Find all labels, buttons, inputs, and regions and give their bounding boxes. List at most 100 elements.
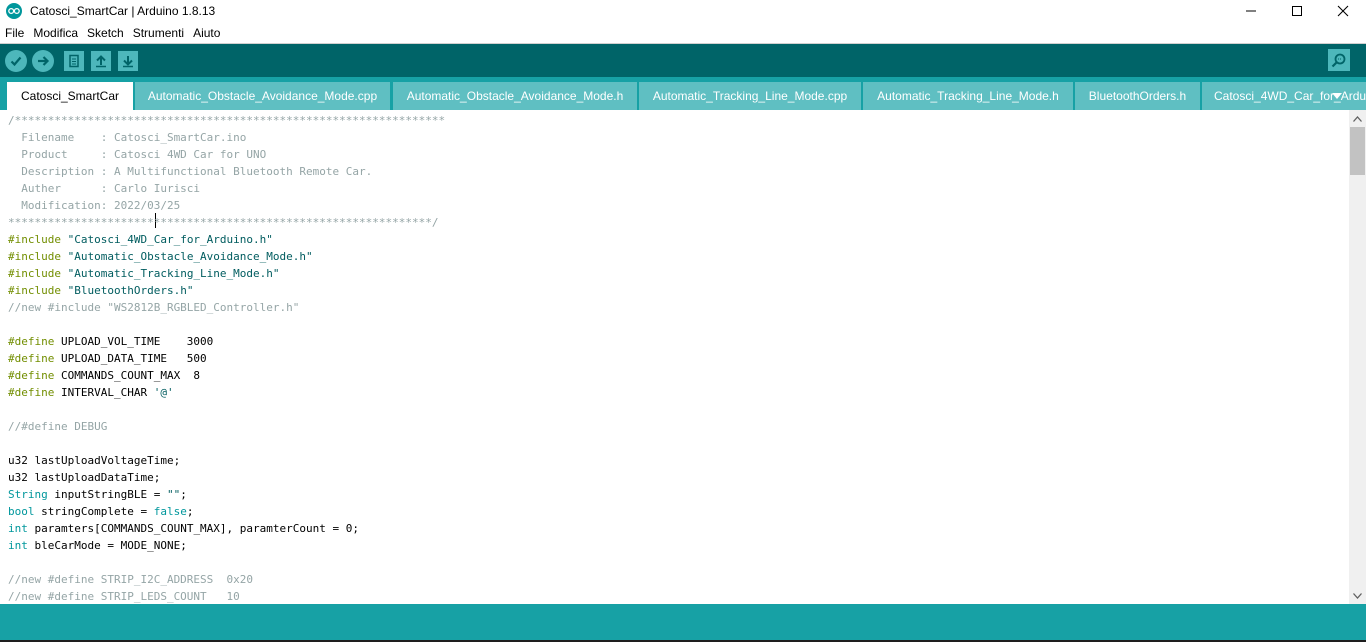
code-token: ****************************************…: [8, 216, 439, 229]
code-token: u32 lastUploadVoltageTime;: [8, 454, 181, 467]
code-token: //new #define STRIP_I2C_ADDRESS 0x20: [8, 573, 254, 586]
code-token: "": [166, 488, 181, 501]
arduino-logo-icon: [6, 3, 22, 19]
tab-label: BluetoothOrders.h: [1088, 89, 1187, 103]
tab-label: Catosci_SmartCar: [20, 89, 120, 103]
code-line: #include "Automatic_Obstacle_Avoidance_M…: [8, 248, 313, 265]
code-token: inputStringBLE =: [47, 488, 167, 501]
serial-monitor-button[interactable]: [1328, 49, 1350, 71]
code-token: bool: [8, 505, 35, 518]
code-token: Description : A Multifunctional Bluetoot…: [8, 165, 373, 178]
code-line: String inputStringBLE = "";: [8, 486, 187, 503]
code-token: paramters[COMMANDS_COUNT_MAX], paramterC…: [27, 522, 360, 535]
code-line: #define UPLOAD_VOL_TIME 3000: [8, 333, 213, 350]
code-line: //new #define STRIP_I2C_ADDRESS 0x20: [8, 571, 253, 588]
new-button[interactable]: [64, 50, 84, 71]
verify-button[interactable]: [5, 49, 27, 72]
code-token: #define: [8, 369, 55, 382]
scroll-up-button[interactable]: [1349, 110, 1366, 127]
minimize-icon: [1246, 10, 1256, 12]
code-line: u32 lastUploadDataTime;: [8, 469, 160, 486]
toolbar: [0, 44, 1366, 77]
code-token: ;: [180, 488, 187, 501]
tab-bluetooth-orders-h[interactable]: BluetoothOrders.h: [1075, 82, 1200, 110]
code-token: UPLOAD_VOL_TIME 3000: [54, 335, 214, 348]
chevron-down-icon: [1353, 592, 1362, 599]
title-bar: Catosci_SmartCar | Arduino 1.8.13: [0, 0, 1366, 22]
code-token: int: [8, 522, 28, 535]
menu-strumenti[interactable]: Strumenti: [129, 26, 188, 40]
open-icon: [96, 54, 106, 67]
code-token: //#define DEBUG: [8, 420, 108, 433]
save-icon: [123, 55, 133, 67]
scroll-thumb[interactable]: [1350, 127, 1365, 175]
status-bar: [0, 604, 1366, 640]
code-line: Description : A Multifunctional Bluetoot…: [8, 163, 372, 180]
code-token: bleCarMode = MODE_NONE;: [27, 539, 187, 552]
tab-obstacle-avoidance-h[interactable]: Automatic_Obstacle_Avoidance_Mode.h: [393, 82, 637, 110]
verify-icon: [10, 56, 22, 66]
maximize-button[interactable]: [1274, 0, 1320, 22]
code-line: #include "Catosci_4WD_Car_for_Arduino.h": [8, 231, 273, 248]
menu-file[interactable]: File: [1, 26, 28, 40]
tab-label: Automatic_Tracking_Line_Mode.cpp: [652, 89, 848, 103]
scroll-down-button[interactable]: [1349, 587, 1366, 604]
code-token: #define: [8, 386, 55, 399]
code-token: ;: [186, 505, 194, 518]
tab-tracking-line-cpp[interactable]: Automatic_Tracking_Line_Mode.cpp: [639, 82, 861, 110]
menu-modifica[interactable]: Modifica: [29, 26, 82, 40]
window-controls: [1228, 0, 1366, 22]
tab-label: Automatic_Obstacle_Avoidance_Mode.cpp: [147, 89, 378, 103]
code-line: ****************************************…: [8, 214, 438, 231]
tab-tracking-line-h[interactable]: Automatic_Tracking_Line_Mode.h: [863, 82, 1073, 110]
window-title: Catosci_SmartCar | Arduino 1.8.13: [30, 4, 216, 18]
tab-menu-button[interactable]: [1332, 86, 1342, 104]
code-token: Modification: 2022/03/25: [8, 199, 181, 212]
upload-button[interactable]: [32, 49, 54, 72]
code-line: bool stringComplete = false;: [8, 503, 193, 520]
code-line: #define INTERVAL_CHAR '@': [8, 384, 174, 401]
code-token: #define: [8, 352, 55, 365]
code-token: stringComplete =: [34, 505, 154, 518]
code-token: #include: [8, 284, 61, 297]
code-line: //new #include "WS2812B_RGBLED_Controlle…: [8, 299, 299, 316]
code-token: false: [153, 505, 187, 518]
code-line: Auther : Carlo Iurisci: [8, 180, 200, 197]
code-line: /***************************************…: [8, 112, 445, 129]
editor-scrollbar[interactable]: [1349, 110, 1366, 604]
code-editor[interactable]: /***************************************…: [0, 110, 1349, 604]
code-token: u32 lastUploadDataTime;: [8, 471, 161, 484]
maximize-icon: [1292, 6, 1302, 16]
menu-aiuto[interactable]: Aiuto: [189, 26, 224, 40]
tab-label: Automatic_Tracking_Line_Mode.h: [877, 89, 1059, 103]
code-token: "Automatic_Obstacle_Avoidance_Mode.h": [60, 250, 313, 263]
code-line: u32 lastUploadVoltageTime;: [8, 452, 180, 469]
code-line: #include "Automatic_Tracking_Line_Mode.h…: [8, 265, 280, 282]
code-token: COMMANDS_COUNT_MAX 8: [54, 369, 201, 382]
code-token: #include: [8, 233, 61, 246]
code-token: UPLOAD_DATA_TIME 500: [54, 352, 207, 365]
code-token: "Automatic_Tracking_Line_Mode.h": [60, 267, 280, 280]
chevron-up-icon: [1353, 115, 1362, 122]
code-token: String: [8, 488, 48, 501]
tab-label: Automatic_Obstacle_Avoidance_Mode.h: [406, 89, 624, 103]
serial-monitor-icon: [1331, 53, 1346, 68]
minimize-button[interactable]: [1228, 0, 1274, 22]
code-line: Filename : Catosci_SmartCar.ino: [8, 129, 246, 146]
code-token: "Catosci_4WD_Car_for_Arduino.h": [60, 233, 273, 246]
save-button[interactable]: [118, 50, 138, 71]
code-token: Product : Catosci 4WD Car for UNO: [8, 148, 267, 161]
code-token: Auther : Carlo Iurisci: [8, 182, 201, 195]
code-token: "BluetoothOrders.h": [60, 284, 194, 297]
chevron-down-icon: [1332, 93, 1342, 99]
code-token: '@': [153, 386, 174, 399]
code-line: int paramters[COMMANDS_COUNT_MAX], param…: [8, 520, 359, 537]
close-button[interactable]: [1320, 0, 1366, 22]
code-line: #define UPLOAD_DATA_TIME 500: [8, 350, 207, 367]
tab-catosci-smartcar[interactable]: Catosci_SmartCar: [7, 82, 133, 110]
tab-obstacle-avoidance-cpp[interactable]: Automatic_Obstacle_Avoidance_Mode.cpp: [135, 82, 390, 110]
code-token: //new #include "WS2812B_RGBLED_Controlle…: [8, 301, 300, 314]
upload-icon: [38, 55, 50, 66]
menu-sketch[interactable]: Sketch: [83, 26, 128, 40]
open-button[interactable]: [91, 50, 111, 71]
